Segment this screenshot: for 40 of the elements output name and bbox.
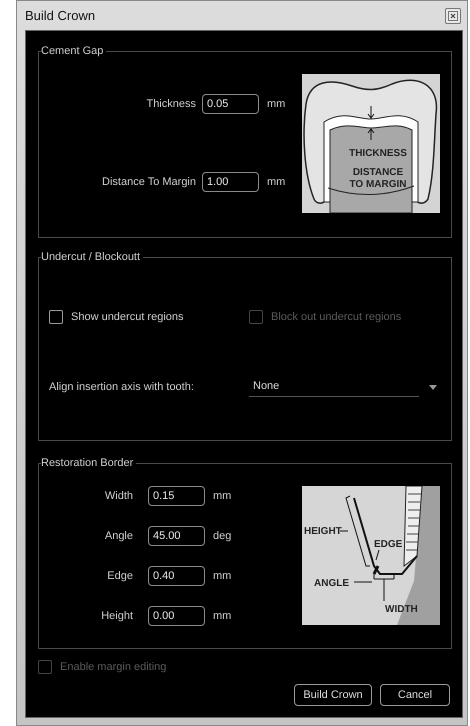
diagram-label: EDGE <box>374 539 402 550</box>
dialog-button[interactable]: Build Crown <box>294 684 372 706</box>
field-label: Angle <box>104 528 133 544</box>
value-field[interactable]: 0.00 <box>148 606 205 626</box>
value-field[interactable]: 45.00 <box>148 526 205 546</box>
value-field[interactable]: 1.00 <box>202 172 259 192</box>
close-button[interactable] <box>445 8 461 24</box>
dropdown-label: Align insertion axis with tooth: <box>49 380 195 395</box>
unit-label: mm <box>213 608 232 624</box>
checkbox[interactable] <box>49 310 63 324</box>
field-label: Distance To Margin <box>102 174 196 190</box>
unit-label: mm <box>213 568 232 584</box>
unit-label: mm <box>213 488 232 504</box>
close-icon <box>448 10 458 20</box>
window-title: Build Crown <box>25 6 96 25</box>
diagram-label: TO MARGIN <box>349 179 407 190</box>
dropdown[interactable]: None <box>249 378 419 397</box>
dialog-button[interactable]: Cancel <box>380 684 450 706</box>
diagram-label: HEIGHT <box>304 526 342 537</box>
checkbox-label: Block out undercut regions <box>271 310 402 325</box>
value-field[interactable]: 0.40 <box>148 566 205 586</box>
field-label: Height <box>101 608 133 624</box>
field-label: Width <box>104 488 133 504</box>
unit-label: mm <box>267 174 286 190</box>
field-label: Edge <box>107 568 133 584</box>
diagram-label: ANGLE <box>314 578 349 589</box>
group-title: Cement Gap <box>41 46 106 57</box>
checkbox-label: Show undercut regions <box>71 310 184 325</box>
diagram-label: THICKNESS <box>349 148 407 159</box>
value-field[interactable]: 0.15 <box>148 486 205 506</box>
value-field[interactable]: 0.05 <box>202 94 259 114</box>
checkbox-label: Enable margin editing <box>60 660 166 675</box>
group-title: Restoration Border <box>41 458 136 469</box>
field-label: Thickness <box>146 96 196 112</box>
unit-label: mm <box>267 96 286 112</box>
caret-icon[interactable] <box>429 384 437 390</box>
group-title: Undercut / Blockoutt <box>41 252 144 263</box>
diagram-label: DISTANCE <box>352 167 404 178</box>
diagram-label: WIDTH <box>385 604 418 615</box>
unit-label: deg <box>213 528 232 544</box>
